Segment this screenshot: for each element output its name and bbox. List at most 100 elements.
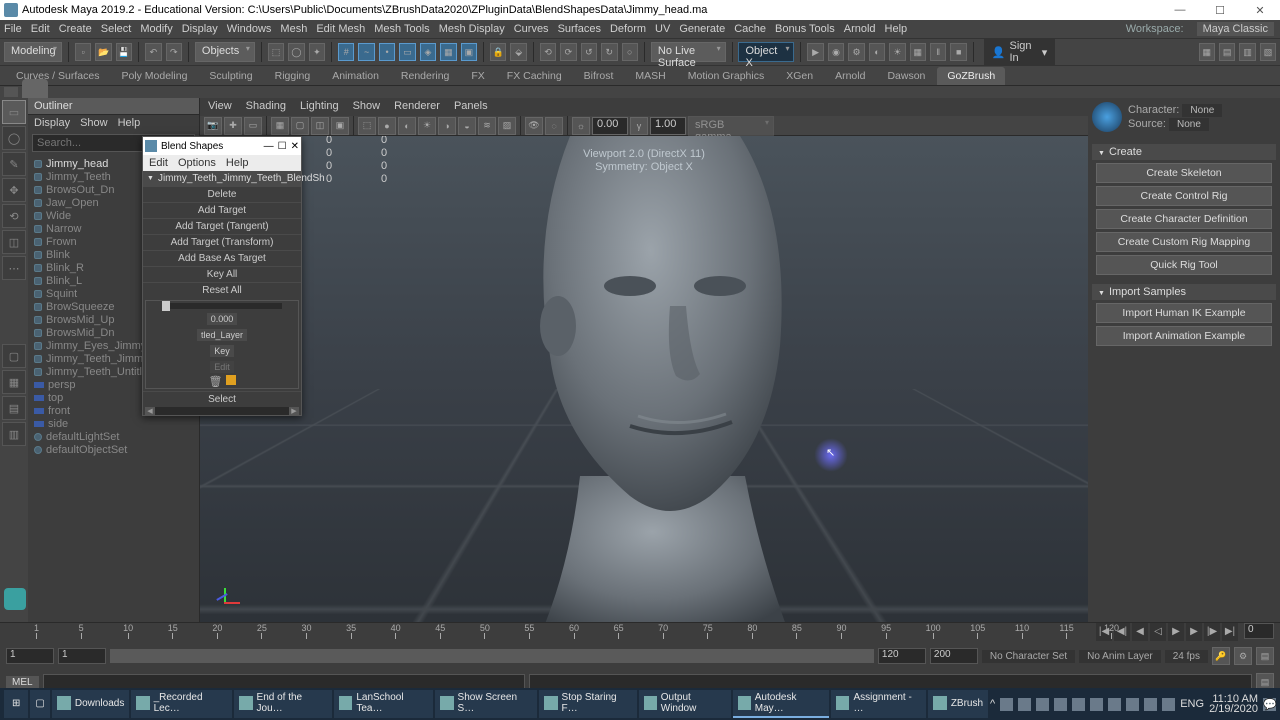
create-section[interactable]: Create bbox=[1092, 144, 1276, 160]
menu-mesh[interactable]: Mesh bbox=[280, 23, 307, 35]
bs-action[interactable]: Add Target (Transform) bbox=[143, 234, 301, 250]
pause-render-button[interactable]: ‖ bbox=[930, 43, 946, 61]
bs-menu-options[interactable]: Options bbox=[178, 157, 216, 169]
tab-dawson[interactable]: Dawson bbox=[877, 67, 935, 85]
tray-icon[interactable] bbox=[1108, 698, 1121, 711]
vp-isolate-button[interactable]: 👁 bbox=[525, 117, 543, 135]
close-button[interactable]: ✕ bbox=[1240, 0, 1280, 20]
select-filter-dropdown[interactable]: Objects bbox=[195, 42, 255, 62]
start-button[interactable]: ⊞ bbox=[4, 690, 28, 718]
tab-fx-caching[interactable]: FX Caching bbox=[497, 67, 572, 85]
blendshape-edit-button[interactable]: Edit bbox=[210, 361, 234, 373]
snap-point-button[interactable]: • bbox=[379, 43, 395, 61]
mode-dropdown[interactable]: Modeling bbox=[4, 42, 62, 62]
single-pane-button[interactable]: ▢ bbox=[2, 344, 26, 368]
scriptEditor-button[interactable]: ▤ bbox=[1256, 647, 1274, 665]
tray-lang[interactable]: ENG bbox=[1180, 698, 1204, 710]
shelf-gear-icon[interactable] bbox=[4, 87, 18, 97]
range-slider[interactable] bbox=[110, 649, 874, 663]
history5-button[interactable]: ○ bbox=[622, 43, 638, 61]
snap-grid-button[interactable]: # bbox=[338, 43, 354, 61]
menu-modify[interactable]: Modify bbox=[140, 23, 172, 35]
current-frame-field[interactable]: 0 bbox=[1244, 623, 1274, 639]
tray-icon[interactable] bbox=[1000, 698, 1013, 711]
tray-icon[interactable] bbox=[1144, 698, 1157, 711]
open-scene-button[interactable]: 📂 bbox=[95, 43, 111, 61]
tab-rendering[interactable]: Rendering bbox=[391, 67, 459, 85]
workspace-dropdown[interactable]: Maya Classic bbox=[1197, 22, 1274, 36]
menu-surfaces[interactable]: Surfaces bbox=[558, 23, 601, 35]
menu-deform[interactable]: Deform bbox=[610, 23, 646, 35]
lasso-tool[interactable]: ◯ bbox=[2, 126, 26, 150]
blendshape-scrollbar[interactable]: ◀▶ bbox=[145, 407, 299, 415]
snap-curve-button[interactable]: ~ bbox=[358, 43, 374, 61]
menu-curves[interactable]: Curves bbox=[514, 23, 549, 35]
blendshapes-window[interactable]: Blend Shapes —☐✕ EditOptionsHelp Jimmy_T… bbox=[142, 136, 302, 416]
bs-min-button[interactable]: — bbox=[264, 141, 274, 152]
select-tool[interactable]: ▭ bbox=[2, 100, 26, 124]
magnet-button[interactable]: ⬙ bbox=[510, 43, 526, 61]
step-fwd-key-button[interactable]: |▶ bbox=[1204, 623, 1220, 641]
blendshape-node-header[interactable]: Jimmy_Teeth_Jimmy_Teeth_BlendSh bbox=[143, 171, 301, 186]
menu-mesh-display[interactable]: Mesh Display bbox=[439, 23, 505, 35]
task-view-button[interactable]: ▢ bbox=[30, 690, 49, 718]
bs-menu-edit[interactable]: Edit bbox=[149, 157, 168, 169]
vp-bookmark-button[interactable]: ✚ bbox=[224, 117, 242, 135]
vp-smooth-button[interactable]: ● bbox=[378, 117, 396, 135]
menu-edit-mesh[interactable]: Edit Mesh bbox=[316, 23, 365, 35]
snap-live-button[interactable]: ▦ bbox=[440, 43, 456, 61]
viewport-menu-renderer[interactable]: Renderer bbox=[394, 100, 440, 114]
tray-icon[interactable] bbox=[1090, 698, 1103, 711]
menu-generate[interactable]: Generate bbox=[679, 23, 725, 35]
viewport-menu-panels[interactable]: Panels bbox=[454, 100, 488, 114]
taskbar-item[interactable]: LanSchool Tea… bbox=[334, 690, 433, 718]
bs-menu-help[interactable]: Help bbox=[226, 157, 249, 169]
vp-textured-button[interactable]: ◐ bbox=[398, 117, 416, 135]
rp-button[interactable]: Create Control Rig bbox=[1096, 186, 1272, 206]
tray-icon[interactable] bbox=[1018, 698, 1031, 711]
vp-colorspace-dropdown[interactable]: sRGB gamma bbox=[688, 116, 774, 136]
rp-button[interactable]: Create Skeleton bbox=[1096, 163, 1272, 183]
vp-ao-button[interactable]: ◒ bbox=[458, 117, 476, 135]
cmd-language-label[interactable]: MEL bbox=[6, 676, 39, 689]
select-mode-button[interactable]: ⬚ bbox=[268, 43, 284, 61]
last-tool[interactable]: ⋯ bbox=[2, 256, 26, 280]
rp-button[interactable]: Quick Rig Tool bbox=[1096, 255, 1272, 275]
redo-button[interactable]: ↷ bbox=[166, 43, 182, 61]
characterset-dropdown[interactable]: No Character Set bbox=[982, 650, 1075, 663]
vp-wireframe-button[interactable]: ⬚ bbox=[358, 117, 376, 135]
blendshape-slider[interactable] bbox=[162, 303, 282, 309]
menu-mesh-tools[interactable]: Mesh Tools bbox=[374, 23, 429, 35]
outliner-layout-button[interactable]: ▥ bbox=[2, 422, 26, 446]
menu-arnold[interactable]: Arnold bbox=[844, 23, 876, 35]
minimize-button[interactable]: — bbox=[1160, 0, 1200, 20]
vp-camera-button[interactable]: 📷 bbox=[204, 117, 222, 135]
vp-gate-mask-button[interactable]: ▣ bbox=[331, 117, 349, 135]
shelf-toggle-3[interactable]: ▥ bbox=[1239, 43, 1255, 61]
bs-max-button[interactable]: ☐ bbox=[278, 141, 287, 152]
tab-animation[interactable]: Animation bbox=[322, 67, 389, 85]
trash-icon[interactable]: 🗑 bbox=[208, 376, 222, 388]
tray-icon[interactable] bbox=[1126, 698, 1139, 711]
tray-icon[interactable] bbox=[1054, 698, 1067, 711]
history2-button[interactable]: ⟳ bbox=[560, 43, 576, 61]
play-button[interactable]: ▶ bbox=[1168, 623, 1184, 641]
viewport-canvas[interactable]: 0 00 00 00 0 bbox=[200, 136, 1088, 622]
live-surface-dropdown[interactable]: No Live Surface bbox=[651, 42, 726, 62]
snap-center-button[interactable]: ▣ bbox=[461, 43, 477, 61]
vp-xray-button[interactable]: ◌ bbox=[545, 117, 563, 135]
vp-gamma-button[interactable]: γ bbox=[630, 117, 648, 135]
two-pane-button[interactable]: ▤ bbox=[2, 396, 26, 420]
history-button[interactable]: ⟲ bbox=[540, 43, 556, 61]
paint-tool[interactable]: ✎ bbox=[2, 152, 26, 176]
menu-display[interactable]: Display bbox=[182, 23, 218, 35]
bs-action[interactable]: Add Target (Tangent) bbox=[143, 218, 301, 234]
vp-gamma-field[interactable]: 1.00 bbox=[650, 117, 686, 135]
render-settings-button[interactable]: ⚙ bbox=[848, 43, 864, 61]
move-tool[interactable]: ✥ bbox=[2, 178, 26, 202]
tab-motion-graphics[interactable]: Motion Graphics bbox=[678, 67, 774, 85]
tray-icon[interactable] bbox=[1036, 698, 1049, 711]
rp-button[interactable]: Create Character Definition bbox=[1096, 209, 1272, 229]
history3-button[interactable]: ↺ bbox=[581, 43, 597, 61]
go-end-button[interactable]: ▶| bbox=[1222, 623, 1238, 641]
